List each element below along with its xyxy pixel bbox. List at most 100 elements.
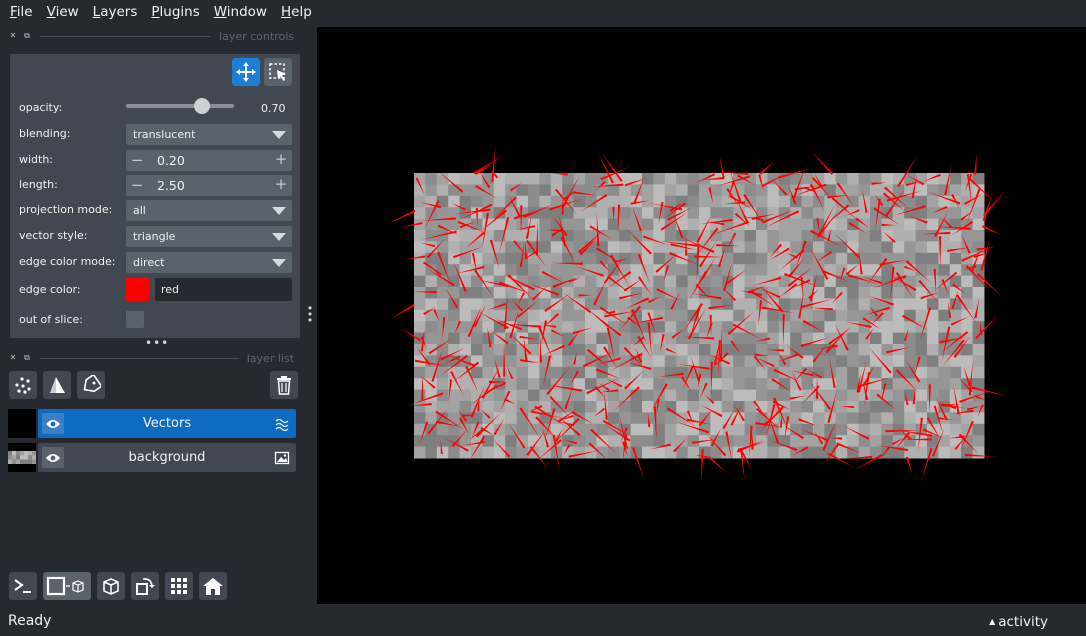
rotate-icon [136,578,155,595]
layer-controls-panel: opacity: 0.70 blending: translucent widt… [10,54,300,338]
vectors-type-icon [275,418,289,432]
vector-style-label: vector style: [19,229,88,242]
width-spinbox[interactable]: − 0.20 + [126,150,292,171]
vector-style-value: triangle [133,230,176,243]
layer-item-vectors[interactable]: Vectors [38,409,296,438]
length-row: length: − 2.50 + [10,174,300,196]
status-text: Ready [8,613,52,629]
decrement-icon[interactable]: − [130,176,144,194]
width-row: width: − 0.20 + [10,149,300,171]
layer-name[interactable]: Vectors [38,416,296,431]
edge-color-mode-row: edge color mode: direct [10,251,300,273]
layer-item-background[interactable]: background [38,443,296,472]
edge-color-mode-dropdown[interactable]: direct [126,252,292,273]
length-label: length: [19,178,58,191]
home-icon [203,578,223,595]
opacity-slider-track[interactable] [126,104,234,108]
titlebar-divider [40,35,212,37]
layer-list-titlebar: ✕ ⧉ layer list [8,350,294,366]
new-points-button[interactable] [9,371,37,399]
length-value[interactable]: 2.50 [157,178,185,193]
vector-style-dropdown[interactable]: triangle [126,226,292,247]
blending-label: blending: [19,127,71,140]
projection-row: projection mode: all [10,199,300,221]
projection-label: projection mode: [19,203,113,216]
titlebar-divider [40,357,239,359]
blending-dropdown[interactable]: translucent [126,124,292,145]
out-of-slice-label: out of slice: [19,313,83,326]
out-of-slice-row: out of slice: [10,309,300,331]
blending-value: translucent [133,128,196,141]
layer-row-background[interactable]: background [8,443,298,472]
select-pointer-icon [269,63,286,81]
layer-list-title: layer list [246,351,294,365]
toggle-ndisplay-button[interactable] [43,572,91,600]
edge-color-value: red [161,283,180,296]
layer-thumbnail [8,409,36,438]
float-panel-icon[interactable]: ⧉ [22,353,32,363]
delete-layer-button[interactable] [270,371,298,399]
width-value[interactable]: 0.20 [157,153,185,168]
grid-view-button[interactable] [165,572,193,600]
width-label: width: [19,153,54,166]
layer-controls-title: layer controls [219,29,294,43]
menu-window[interactable]: Window [214,4,267,20]
vector-image-canvas [387,145,1007,483]
transpose-button[interactable] [131,572,159,600]
pan-zoom-button[interactable] [232,58,260,86]
chevron-down-icon [272,259,286,267]
reset-view-button[interactable] [199,572,227,600]
edge-color-mode-value: direct [133,256,165,269]
new-shapes-button[interactable] [43,371,71,399]
increment-icon[interactable]: + [274,150,288,168]
close-panel-icon[interactable]: ✕ [8,31,18,41]
trash-icon [277,376,291,395]
vector-style-row: vector style: triangle [10,225,300,247]
canvas-viewport[interactable] [317,27,1086,604]
image-type-icon [274,451,290,465]
edge-color-swatch[interactable] [125,278,149,301]
blending-row: blending: translucent [10,123,300,145]
close-panel-icon[interactable]: ✕ [8,353,18,363]
chevron-down-icon [272,131,286,139]
menu-file[interactable]: File [10,4,33,20]
layer-name[interactable]: background [38,450,296,465]
tag-icon [83,375,101,393]
move-arrows-icon [236,62,256,82]
roll-dimensions-button[interactable] [97,572,125,600]
projection-dropdown[interactable]: all [126,200,292,221]
opacity-value: 0.70 [261,102,286,115]
menu-plugins[interactable]: Plugins [151,4,199,20]
select-vectors-button[interactable] [264,58,292,86]
activity-toggle[interactable]: ▲ activity [989,614,1048,630]
chevron-down-icon [272,207,286,215]
points-icon [15,377,31,394]
projection-value: all [133,204,146,217]
length-spinbox[interactable]: − 2.50 + [126,175,292,196]
grid-icon [171,578,187,594]
layer-row-vectors[interactable]: Vectors [8,409,298,438]
chevron-up-icon: ▲ [989,617,996,626]
console-button[interactable] [9,572,37,600]
chevron-down-icon [272,233,286,241]
layer-thumbnail [8,443,36,472]
opacity-slider-handle[interactable] [193,98,210,114]
menu-view[interactable]: View [47,4,79,20]
menu-help[interactable]: Help [281,4,312,20]
cube-icon [103,578,119,595]
2d-3d-toggle-icon [46,576,84,596]
decrement-icon[interactable]: − [130,151,144,169]
edge-color-label: edge color: [19,283,81,296]
splitter-handle[interactable]: ••• [145,336,169,350]
edge-color-mode-label: edge color mode: [19,255,116,268]
out-of-slice-checkbox[interactable] [126,311,144,328]
new-labels-button[interactable] [77,371,105,399]
opacity-label: opacity: [19,101,63,114]
dock-resize-handle[interactable]: • • • [306,303,314,326]
float-panel-icon[interactable]: ⧉ [22,31,32,41]
menu-layers[interactable]: Layers [93,4,138,20]
edge-color-input[interactable]: red [155,278,292,301]
opacity-row: opacity: [10,97,300,119]
increment-icon[interactable]: + [274,175,288,193]
shapes-icon [50,377,65,393]
